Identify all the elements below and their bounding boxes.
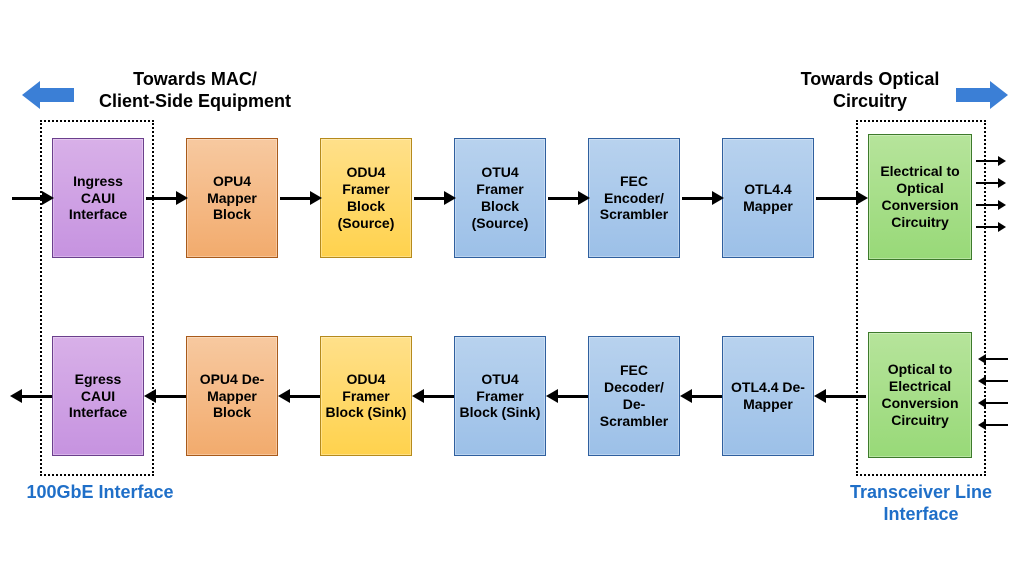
- arrow-bottom-2: [290, 395, 320, 398]
- arrow-top-3: [414, 197, 444, 200]
- arrow-bottom-4: [558, 395, 588, 398]
- block-egress-caui: Egress CAUI Interface: [52, 336, 144, 456]
- optical-in-1: [986, 358, 1008, 360]
- label-top-right: Towards Optical Circuitry: [790, 69, 950, 112]
- optical-in-2: [986, 380, 1008, 382]
- optical-out-1: [976, 160, 998, 162]
- block-electrical-to-optical: Electrical to Optical Conversion Circuit…: [868, 134, 972, 260]
- block-otu4-framer-source: OTU4 Framer Block (Source): [454, 138, 546, 258]
- label-top-left: Towards MAC/ Client-Side Equipment: [90, 69, 300, 112]
- arrow-towards-optical: [956, 88, 990, 102]
- optical-in-3: [986, 402, 1008, 404]
- block-odu4-framer-sink: ODU4 Framer Block (Sink): [320, 336, 412, 456]
- arrow-top-4: [548, 197, 578, 200]
- arrow-top-5: [682, 197, 712, 200]
- block-otl44-demapper: OTL4.4 De-Mapper: [722, 336, 814, 456]
- arrow-bottom-6: [826, 395, 866, 398]
- optical-out-4: [976, 226, 998, 228]
- optical-out-2: [976, 182, 998, 184]
- block-otl44-mapper: OTL4.4 Mapper: [722, 138, 814, 258]
- arrow-top-6: [816, 197, 856, 200]
- block-optical-to-electrical: Optical to Electrical Conversion Circuit…: [868, 332, 972, 458]
- arrow-bottom-3: [424, 395, 454, 398]
- block-odu4-framer-source: ODU4 Framer Block (Source): [320, 138, 412, 258]
- block-fec-decoder: FEC Decoder/ De-Scrambler: [588, 336, 680, 456]
- diagram-canvas: Towards MAC/ Client-Side Equipment Towar…: [0, 0, 1024, 576]
- optical-in-4: [986, 424, 1008, 426]
- arrow-bottom-5: [692, 395, 722, 398]
- optical-out-3: [976, 204, 998, 206]
- arrow-top-1: [146, 197, 176, 200]
- arrow-bottom-1: [156, 395, 186, 398]
- block-ingress-caui: Ingress CAUI Interface: [52, 138, 144, 258]
- arrow-top-2: [280, 197, 310, 200]
- block-opu4-mapper: OPU4 Mapper Block: [186, 138, 278, 258]
- block-opu4-demapper: OPU4 De-Mapper Block: [186, 336, 278, 456]
- arrow-towards-mac: [40, 88, 74, 102]
- arrow-in-top: [12, 197, 42, 200]
- block-fec-encoder: FEC Encoder/ Scrambler: [588, 138, 680, 258]
- block-otu4-framer-sink: OTU4 Framer Block (Sink): [454, 336, 546, 456]
- arrow-out-bottom: [22, 395, 52, 398]
- label-transceiver-line-interface: Transceiver Line Interface: [836, 482, 1006, 525]
- label-100gbe-interface: 100GbE Interface: [20, 482, 180, 504]
